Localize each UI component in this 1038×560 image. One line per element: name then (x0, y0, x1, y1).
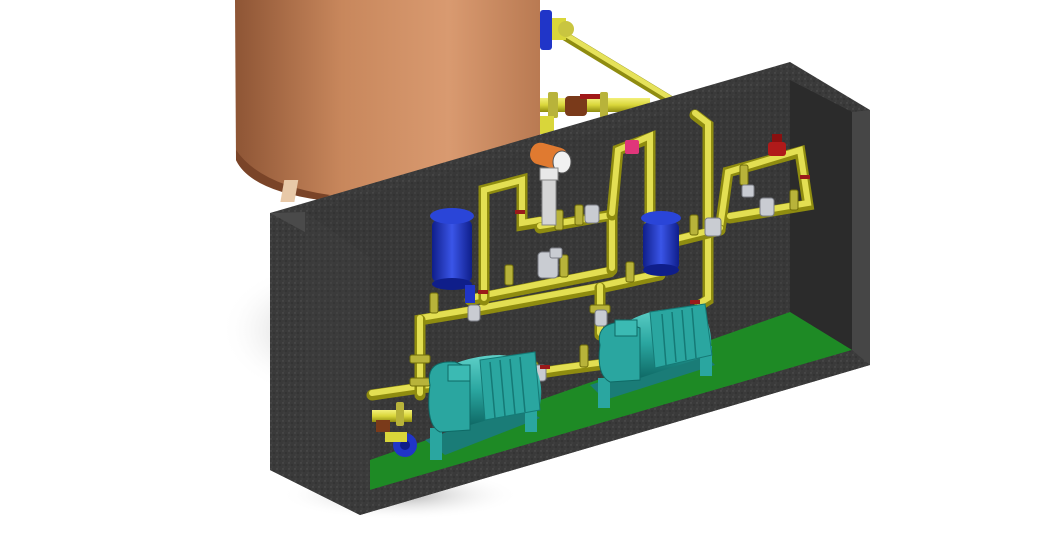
pump-station-diagram (220, 0, 870, 520)
filter-vessel-right (641, 211, 681, 276)
tank-outlet-flange (540, 10, 552, 50)
magenta-coupling (625, 140, 639, 154)
tank-outlet-pipe (540, 10, 675, 105)
